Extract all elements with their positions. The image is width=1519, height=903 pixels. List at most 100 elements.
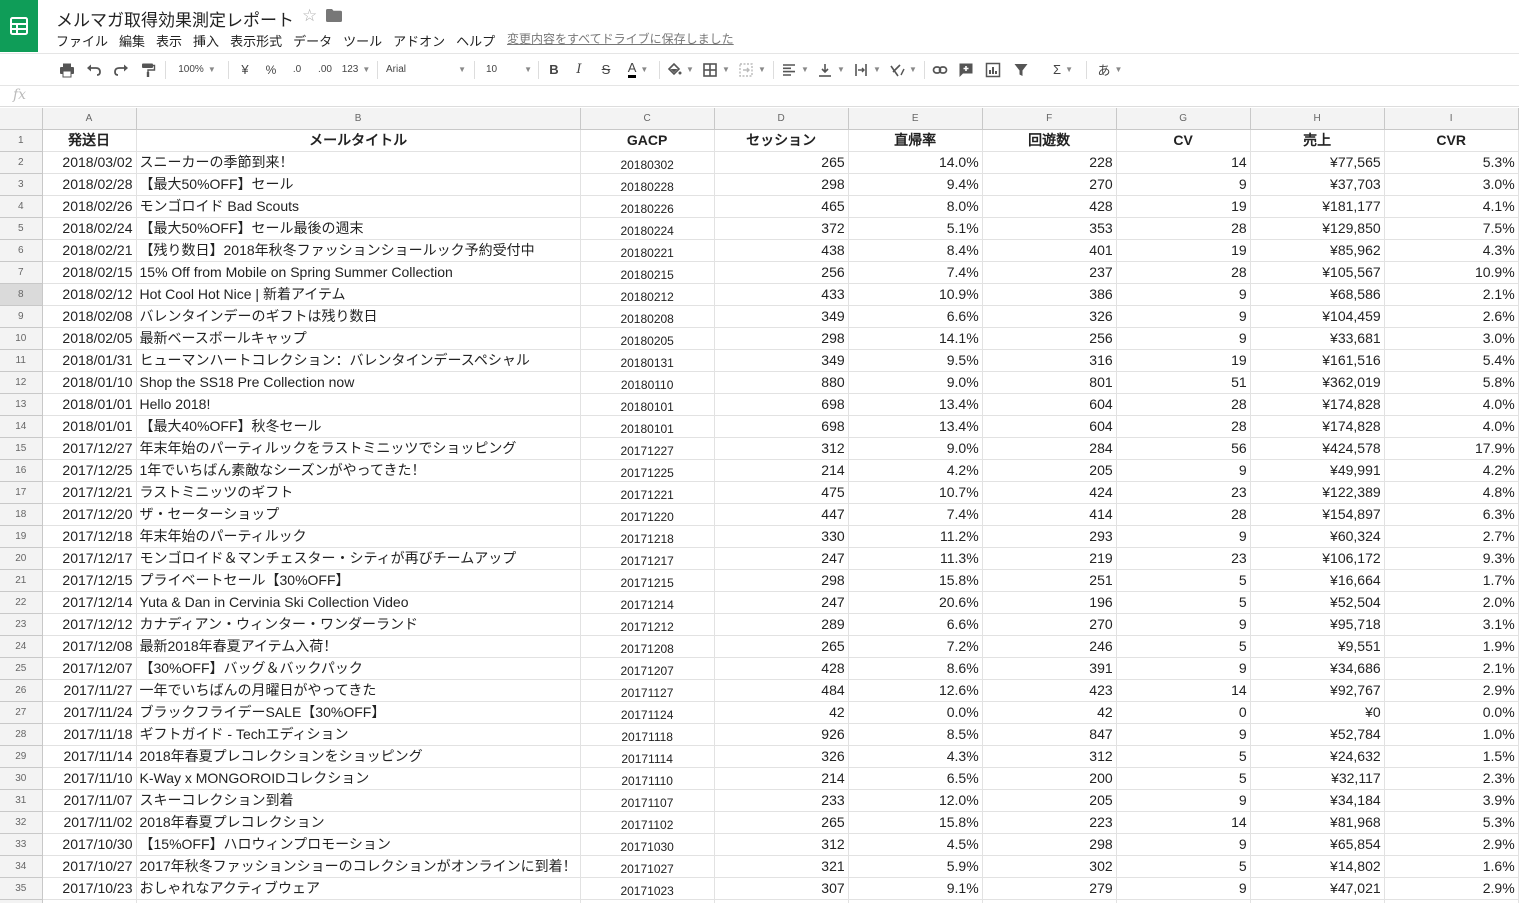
cell[interactable]: 0.0% [848,701,983,724]
cell[interactable] [580,899,715,903]
increase-decimal-button[interactable]: .00 [313,54,337,85]
cell[interactable]: 2017/10/23 [42,877,137,900]
cell[interactable]: 9.1% [848,877,983,900]
cell[interactable]: 9.5% [848,349,983,372]
cell[interactable]: 2017/11/10 [42,767,137,790]
cell[interactable]: 【最大40%OFF】秋冬セール [136,415,581,438]
cell[interactable]: 265 [714,151,849,174]
cell[interactable]: Hot Cool Hot Nice | 新着アイテム [136,283,581,306]
row-number[interactable]: 29 [0,745,43,768]
cell[interactable]: 205 [982,459,1117,482]
cell[interactable]: 20180228 [580,173,715,196]
cell[interactable]: 2018年春夏プレコレクション [136,811,581,834]
vertical-align-button[interactable]: ▼ [816,54,846,85]
cell[interactable]: 年末年始のパーティルックをラストミニッツでショッピング [136,437,581,460]
row-number[interactable]: 18 [0,503,43,526]
cell[interactable]: ¥174,828 [1250,393,1385,416]
cell[interactable]: 2018/03/02 [42,151,137,174]
cell[interactable]: メールタイトル [136,129,581,152]
row-number[interactable]: 22 [0,591,43,614]
document-title[interactable]: メルマガ取得効果測定レポート [56,6,294,31]
column-header-b[interactable]: B [136,108,581,130]
cell[interactable]: 20171023 [580,877,715,900]
cell[interactable]: ¥174,828 [1250,415,1385,438]
font-family-select[interactable]: Arial ▼ [386,54,466,85]
cell[interactable]: 6.6% [848,613,983,636]
cell[interactable] [1250,899,1385,903]
row-number[interactable]: 32 [0,811,43,834]
cell[interactable]: 5.8% [1384,371,1519,394]
cell[interactable]: スニーカーの季節到来！ [136,151,581,174]
cell[interactable]: 7.2% [848,635,983,658]
column-header-f[interactable]: F [982,108,1117,130]
cell[interactable]: 2.9% [1384,877,1519,900]
row-number[interactable]: 36 [0,899,43,903]
cell[interactable]: 4.1% [1384,195,1519,218]
cell[interactable]: 3.0% [1384,173,1519,196]
cell[interactable]: 1.9% [1384,635,1519,658]
cell[interactable]: 2018/02/26 [42,195,137,218]
cell[interactable]: 2.7% [1384,525,1519,548]
cell[interactable]: 19 [1116,239,1251,262]
row-number[interactable]: 12 [0,371,43,394]
cell[interactable]: 5.1% [848,217,983,240]
column-header-c[interactable]: C [580,108,715,130]
cell[interactable]: 214 [714,767,849,790]
cell[interactable]: 2017/12/07 [42,657,137,680]
cell[interactable]: 20171207 [580,657,715,680]
cell[interactable]: 5 [1116,767,1251,790]
cell[interactable]: 2017/11/24 [42,701,137,724]
cell[interactable]: 20180215 [580,261,715,284]
cell[interactable]: 1.6% [1384,855,1519,878]
cell[interactable]: 391 [982,657,1117,680]
column-header-e[interactable]: E [848,108,983,130]
cell[interactable]: 5 [1116,635,1251,658]
cell[interactable]: 330 [714,525,849,548]
cell[interactable]: 298 [714,327,849,350]
menu-file[interactable]: ファイル [56,31,108,50]
cell[interactable]: 2017/12/12 [42,613,137,636]
menu-view[interactable]: 表示 [156,31,182,50]
cell[interactable]: 312 [714,437,849,460]
cell[interactable]: 2018/01/01 [42,415,137,438]
cell[interactable]: 20180212 [580,283,715,306]
cell[interactable]: 20171217 [580,547,715,570]
cell[interactable]: 349 [714,349,849,372]
cell[interactable]: 847 [982,723,1117,746]
cell[interactable]: 219 [982,547,1117,570]
cell[interactable]: 6.6% [848,305,983,328]
row-number[interactable]: 1 [0,129,43,152]
cell[interactable]: ¥34,686 [1250,657,1385,680]
cell[interactable]: 28 [1116,415,1251,438]
menu-format[interactable]: 表示形式 [230,31,282,50]
cell[interactable]: 9 [1116,525,1251,548]
menu-edit[interactable]: 編集 [119,31,145,50]
cell[interactable]: 15.8% [848,569,983,592]
cell[interactable]: 発送日 [42,129,137,152]
cell[interactable]: 2017/12/20 [42,503,137,526]
cell[interactable]: 265 [714,811,849,834]
row-number[interactable]: 26 [0,679,43,702]
cell[interactable]: ¥32,117 [1250,767,1385,790]
functions-button[interactable]: Σ ▼ [1046,54,1080,85]
cell[interactable]: 326 [982,305,1117,328]
cell[interactable]: 20171227 [580,437,715,460]
cell[interactable]: 20180224 [580,217,715,240]
cell[interactable]: K-Way x MONGOROIDコレクション [136,767,581,790]
cell[interactable]: ¥85,962 [1250,239,1385,262]
cell[interactable]: 20171114 [580,745,715,768]
undo-button[interactable] [83,54,105,85]
cell[interactable]: 270 [982,613,1117,636]
cell[interactable]: 316 [982,349,1117,372]
cell[interactable]: 5 [1116,591,1251,614]
cell[interactable]: 20171110 [580,767,715,790]
cell[interactable]: 9.0% [848,371,983,394]
cell[interactable]: モンゴロイド Bad Scouts [136,195,581,218]
cell[interactable]: 51 [1116,371,1251,394]
cell[interactable]: 14.1% [848,327,983,350]
cell[interactable]: 19 [1116,195,1251,218]
cell[interactable]: 20.6% [848,591,983,614]
cell[interactable]: 20171225 [580,459,715,482]
cell[interactable]: 9 [1116,613,1251,636]
cell[interactable]: 20180302 [580,151,715,174]
